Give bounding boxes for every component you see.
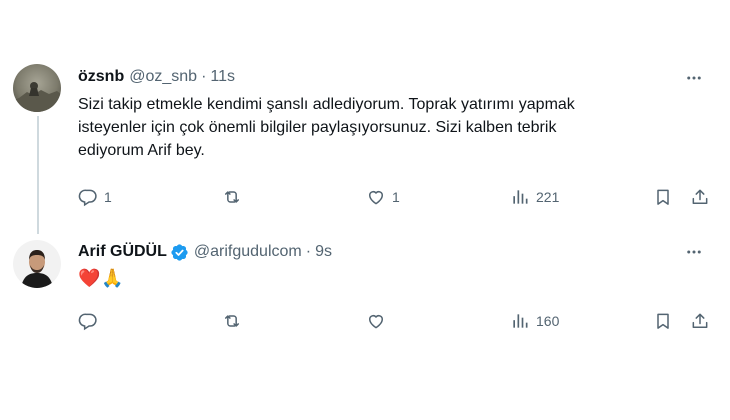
share-button[interactable] [690,186,710,208]
reply-button[interactable] [78,310,104,332]
avatar-arif-gudul[interactable] [13,240,61,288]
retweet-button[interactable] [222,310,248,332]
reply-icon [78,313,97,331]
tweet-text-line: ediyorum Arif bey. [78,142,205,159]
share-button[interactable] [690,310,710,332]
views-icon [513,190,528,204]
tweet-text: Sizi takip etmekle kendimi şanslı adledi… [78,94,688,161]
tweet-ozsnb[interactable]: özsnb @oz_snb · 11s Sizi takip etmekle k… [0,0,730,230]
action-bar: 160 [78,310,730,332]
like-button[interactable] [366,310,392,332]
tweet-text-line: Sizi takip etmekle kendimi şanslı adledi… [78,96,575,113]
verified-badge-icon[interactable] [170,243,189,262]
separator-dot: · [305,243,312,260]
like-icon [369,191,383,205]
bookmark-icon [657,189,669,205]
avatar-ozsnb[interactable] [13,64,61,112]
reply-count: 1 [104,189,112,205]
timestamp[interactable]: 9s [315,243,332,261]
red-heart-emoji: ❤️ [78,268,101,288]
more-icon [687,76,701,80]
tweet-header: özsnb @oz_snb · 11s [78,68,235,86]
timestamp[interactable]: 11s [210,68,235,86]
views-icon [513,314,528,328]
retweet-icon [225,191,239,203]
like-icon [369,315,383,329]
display-name[interactable]: özsnb [78,68,124,86]
tweet-arif-gudul[interactable]: Arif GÜDÜL @arifgudulcom · 9s ❤️ 🙏 160 [0,230,730,420]
bookmark-button[interactable] [653,186,673,208]
more-options-button[interactable] [684,68,704,88]
retweet-icon [225,315,239,327]
thread-connector-line [37,116,39,234]
bookmark-icon [657,313,669,329]
reply-button[interactable]: 1 [78,186,112,208]
like-count: 1 [392,189,400,205]
user-handle[interactable]: @arifgudulcom [194,243,302,261]
folded-hands-emoji: 🙏 [101,268,124,288]
share-icon [692,313,708,328]
share-icon [692,189,708,204]
tweet-header: Arif GÜDÜL @arifgudulcom · 9s [78,242,332,262]
action-bar: 1 1 221 [78,186,730,208]
more-options-button[interactable] [684,242,704,262]
retweet-button[interactable] [222,186,248,208]
like-button[interactable]: 1 [366,186,400,208]
bookmark-button[interactable] [653,310,673,332]
views-count: 221 [536,189,560,205]
views-count: 160 [536,313,560,329]
tweet-text-line: isteyenler için çok önemli bilgiler payl… [78,119,557,136]
reply-icon [78,189,97,207]
display-name[interactable]: Arif GÜDÜL [78,243,167,261]
views-button[interactable]: 221 [510,186,559,208]
separator-dot: · [201,68,207,85]
more-icon [687,250,701,254]
user-handle[interactable]: @oz_snb [129,68,197,86]
views-button[interactable]: 160 [510,310,559,332]
